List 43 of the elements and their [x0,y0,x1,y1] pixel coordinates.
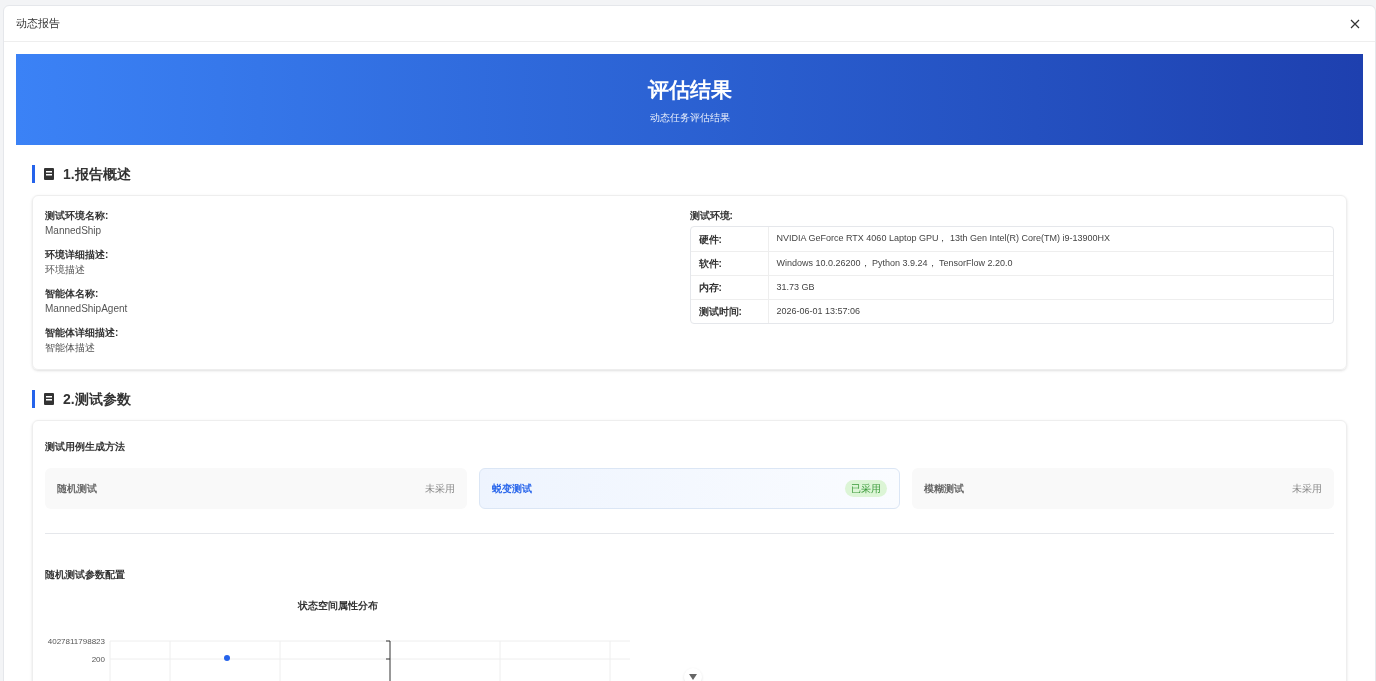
method-card[interactable]: 随机测试 未采用 [45,468,467,509]
field-label: 智能体名称: [45,287,100,301]
document-icon [43,168,55,180]
y-axis [385,640,391,681]
axis-label: 200 [91,655,105,664]
method-name: 蜕变测试 [491,482,532,496]
table-cell-text: 2026-06-01 13:57:06 [775,304,862,318]
table-cell: 内存: [690,276,769,299]
method-card[interactable]: 模糊测试 未采用 [912,468,1334,509]
banner-title: 评估结果 [647,77,732,104]
field-value: MannedShip [45,224,103,238]
banner-subtitle: 动态任务评估结果 [649,110,730,125]
table-cell: 硬件: [690,227,769,251]
section-heading: 1.报告概述 [63,164,131,184]
field-value: MannedShipAgent [45,302,129,316]
close-icon [1350,18,1360,29]
field-value: 智能体描述 [45,341,96,355]
data-point [224,655,230,661]
field-label: 智能体详细描述: [45,326,120,340]
table-cell: 软件: [690,252,769,275]
method-name: 模糊测试 [924,482,965,496]
field-label: 测试环境: [689,209,734,223]
table-cell-text: 31.73 GB [775,280,816,294]
field-label: 环境详细描述: [45,248,110,262]
field-value: 环境描述 [45,263,86,277]
axis-label: 4027811798823 [47,637,105,646]
table-cell-text: Windows 10.0.26200， Python 3.9.24， TensorFlow 2.20.0 [775,256,1014,270]
status-label: 未采用 [424,482,455,496]
section-heading: 2.测试参数 [63,389,131,409]
subsection-title: 随机测试参数配置 [45,569,125,580]
status-badge: 已采用 [845,480,888,497]
chart-title: 状态空间属性分布 [297,601,378,611]
method-card[interactable]: 蜕变测试 已采用 [478,468,901,509]
table-cell: 测试时间: [690,300,769,323]
dialog-title: 动态报告 [16,16,60,32]
field-label: 测试环境名称: [45,209,110,223]
document-icon [43,393,55,405]
table-cell-text: NVIDIA GeForce RTX 4060 Laptop GPU， 13th Gen Intel(R) Core(TM) i9-13900HX [775,232,1111,246]
scroll-down-button[interactable] [684,668,702,681]
method-name: 随机测试 [57,482,97,496]
status-label: 未采用 [1292,482,1322,496]
subsection-title: 测试用例生成方法 [45,441,125,452]
chevron-down-icon [689,674,697,680]
